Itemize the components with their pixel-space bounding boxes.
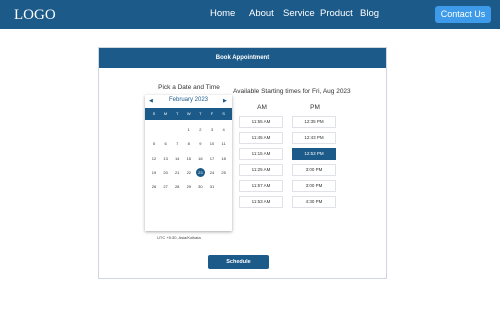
next-month-icon[interactable]: ▶ — [223, 98, 227, 104]
top-navbar: LOGO Home About Service Product Blog Con… — [0, 0, 500, 29]
weekday-label: F — [210, 111, 214, 116]
calendar-day[interactable]: 8 — [183, 139, 195, 149]
calendar-day[interactable]: 20 — [160, 168, 172, 178]
nav-link-about[interactable]: About — [249, 8, 274, 20]
calendar-day[interactable]: 22 — [183, 168, 195, 178]
calendar-day[interactable]: 1 — [183, 125, 195, 135]
calendar-day[interactable]: 11 — [218, 139, 230, 149]
calendar-day[interactable]: 16 — [194, 154, 206, 164]
calendar-day[interactable]: 5 — [148, 139, 160, 149]
calendar-day[interactable]: 30 — [194, 182, 206, 192]
time-slot-am[interactable]: 11:53 AM — [239, 196, 283, 208]
timezone-note: UTC +5:30, Asia/Kolkata — [157, 235, 201, 240]
calendar-day[interactable]: 13 — [160, 154, 172, 164]
calendar-day[interactable]: 23 — [195, 167, 205, 177]
weekday-label: M — [163, 111, 168, 116]
time-slot-pm[interactable]: 3:00 PM — [292, 180, 336, 192]
time-slot-am[interactable]: 11:25 AM — [239, 164, 283, 176]
schedule-button[interactable]: Schedule — [208, 255, 269, 269]
booking-card-header: Book Appointment — [99, 48, 386, 68]
nav-link-service[interactable]: Service — [283, 8, 315, 20]
calendar-day[interactable]: 14 — [171, 154, 183, 164]
calendar-day[interactable]: 9 — [194, 139, 206, 149]
calendar-day[interactable]: 29 — [183, 182, 195, 192]
weekday-label: S — [222, 111, 225, 116]
time-slot-am[interactable]: 11:15 AM — [239, 148, 283, 160]
pick-date-title: Pick a Date and Time — [158, 84, 220, 91]
calendar-day[interactable]: 10 — [206, 139, 218, 149]
logo[interactable]: LOGO — [14, 6, 56, 24]
booking-card: Book Appointment Pick a Date and Time ◀ … — [98, 47, 387, 279]
calendar-day[interactable]: 15 — [183, 154, 195, 164]
calendar: ◀ February 2023 ▶ SMTWTFS 1 2 3 4 5 6 7 8 9 10 11 1… — [145, 95, 232, 231]
weekday-label: W — [186, 111, 191, 116]
pm-column-label: PM — [310, 104, 320, 111]
time-slot-pm[interactable]: 12:53 PM — [292, 148, 336, 160]
time-slot-am[interactable]: 11:45 AM — [239, 132, 283, 144]
time-slot-am[interactable]: 11:57 AM — [239, 180, 283, 192]
time-slot-pm[interactable]: 4:30 PM — [292, 196, 336, 208]
weekday-label: T — [175, 111, 179, 116]
time-slot-pm[interactable]: 3:00 PM — [292, 164, 336, 176]
calendar-day[interactable]: 4 — [218, 125, 230, 135]
time-slot-pm[interactable]: 12:35 PM — [292, 116, 336, 128]
calendar-day[interactable]: 28 — [171, 182, 183, 192]
calendar-day[interactable]: 7 — [171, 139, 183, 149]
calendar-day[interactable]: 27 — [160, 182, 172, 192]
calendar-day[interactable]: 21 — [171, 168, 183, 178]
calendar-day[interactable]: 18 — [218, 154, 230, 164]
calendar-day[interactable]: 2 — [194, 125, 206, 135]
calendar-weekday-row: SMTWTFS — [145, 108, 232, 120]
calendar-day[interactable]: 31 — [206, 182, 218, 192]
available-times-title: Available Starting times for Fri, Aug 20… — [233, 88, 351, 95]
nav-link-product[interactable]: Product — [320, 8, 353, 20]
am-column-label: AM — [257, 104, 267, 111]
calendar-month-label: February 2023 — [168, 97, 209, 103]
calendar-day[interactable]: 26 — [148, 182, 160, 192]
contact-us-button[interactable]: Contact Us — [435, 6, 491, 23]
calendar-day[interactable]: 3 — [206, 125, 218, 135]
nav-link-home[interactable]: Home — [210, 8, 235, 20]
time-slot-am[interactable]: 11:55 AM — [239, 116, 283, 128]
calendar-day[interactable]: 19 — [148, 168, 160, 178]
calendar-day[interactable]: 24 — [206, 168, 218, 178]
calendar-day[interactable]: 25 — [218, 168, 230, 178]
calendar-day[interactable]: 12 — [148, 154, 160, 164]
time-slot-pm[interactable]: 12:43 PM — [292, 132, 336, 144]
calendar-day[interactable]: 6 — [160, 139, 172, 149]
weekday-label: T — [199, 111, 202, 116]
weekday-label: S — [152, 111, 156, 116]
calendar-day[interactable]: 17 — [206, 154, 218, 164]
nav-link-blog[interactable]: Blog — [360, 8, 379, 20]
